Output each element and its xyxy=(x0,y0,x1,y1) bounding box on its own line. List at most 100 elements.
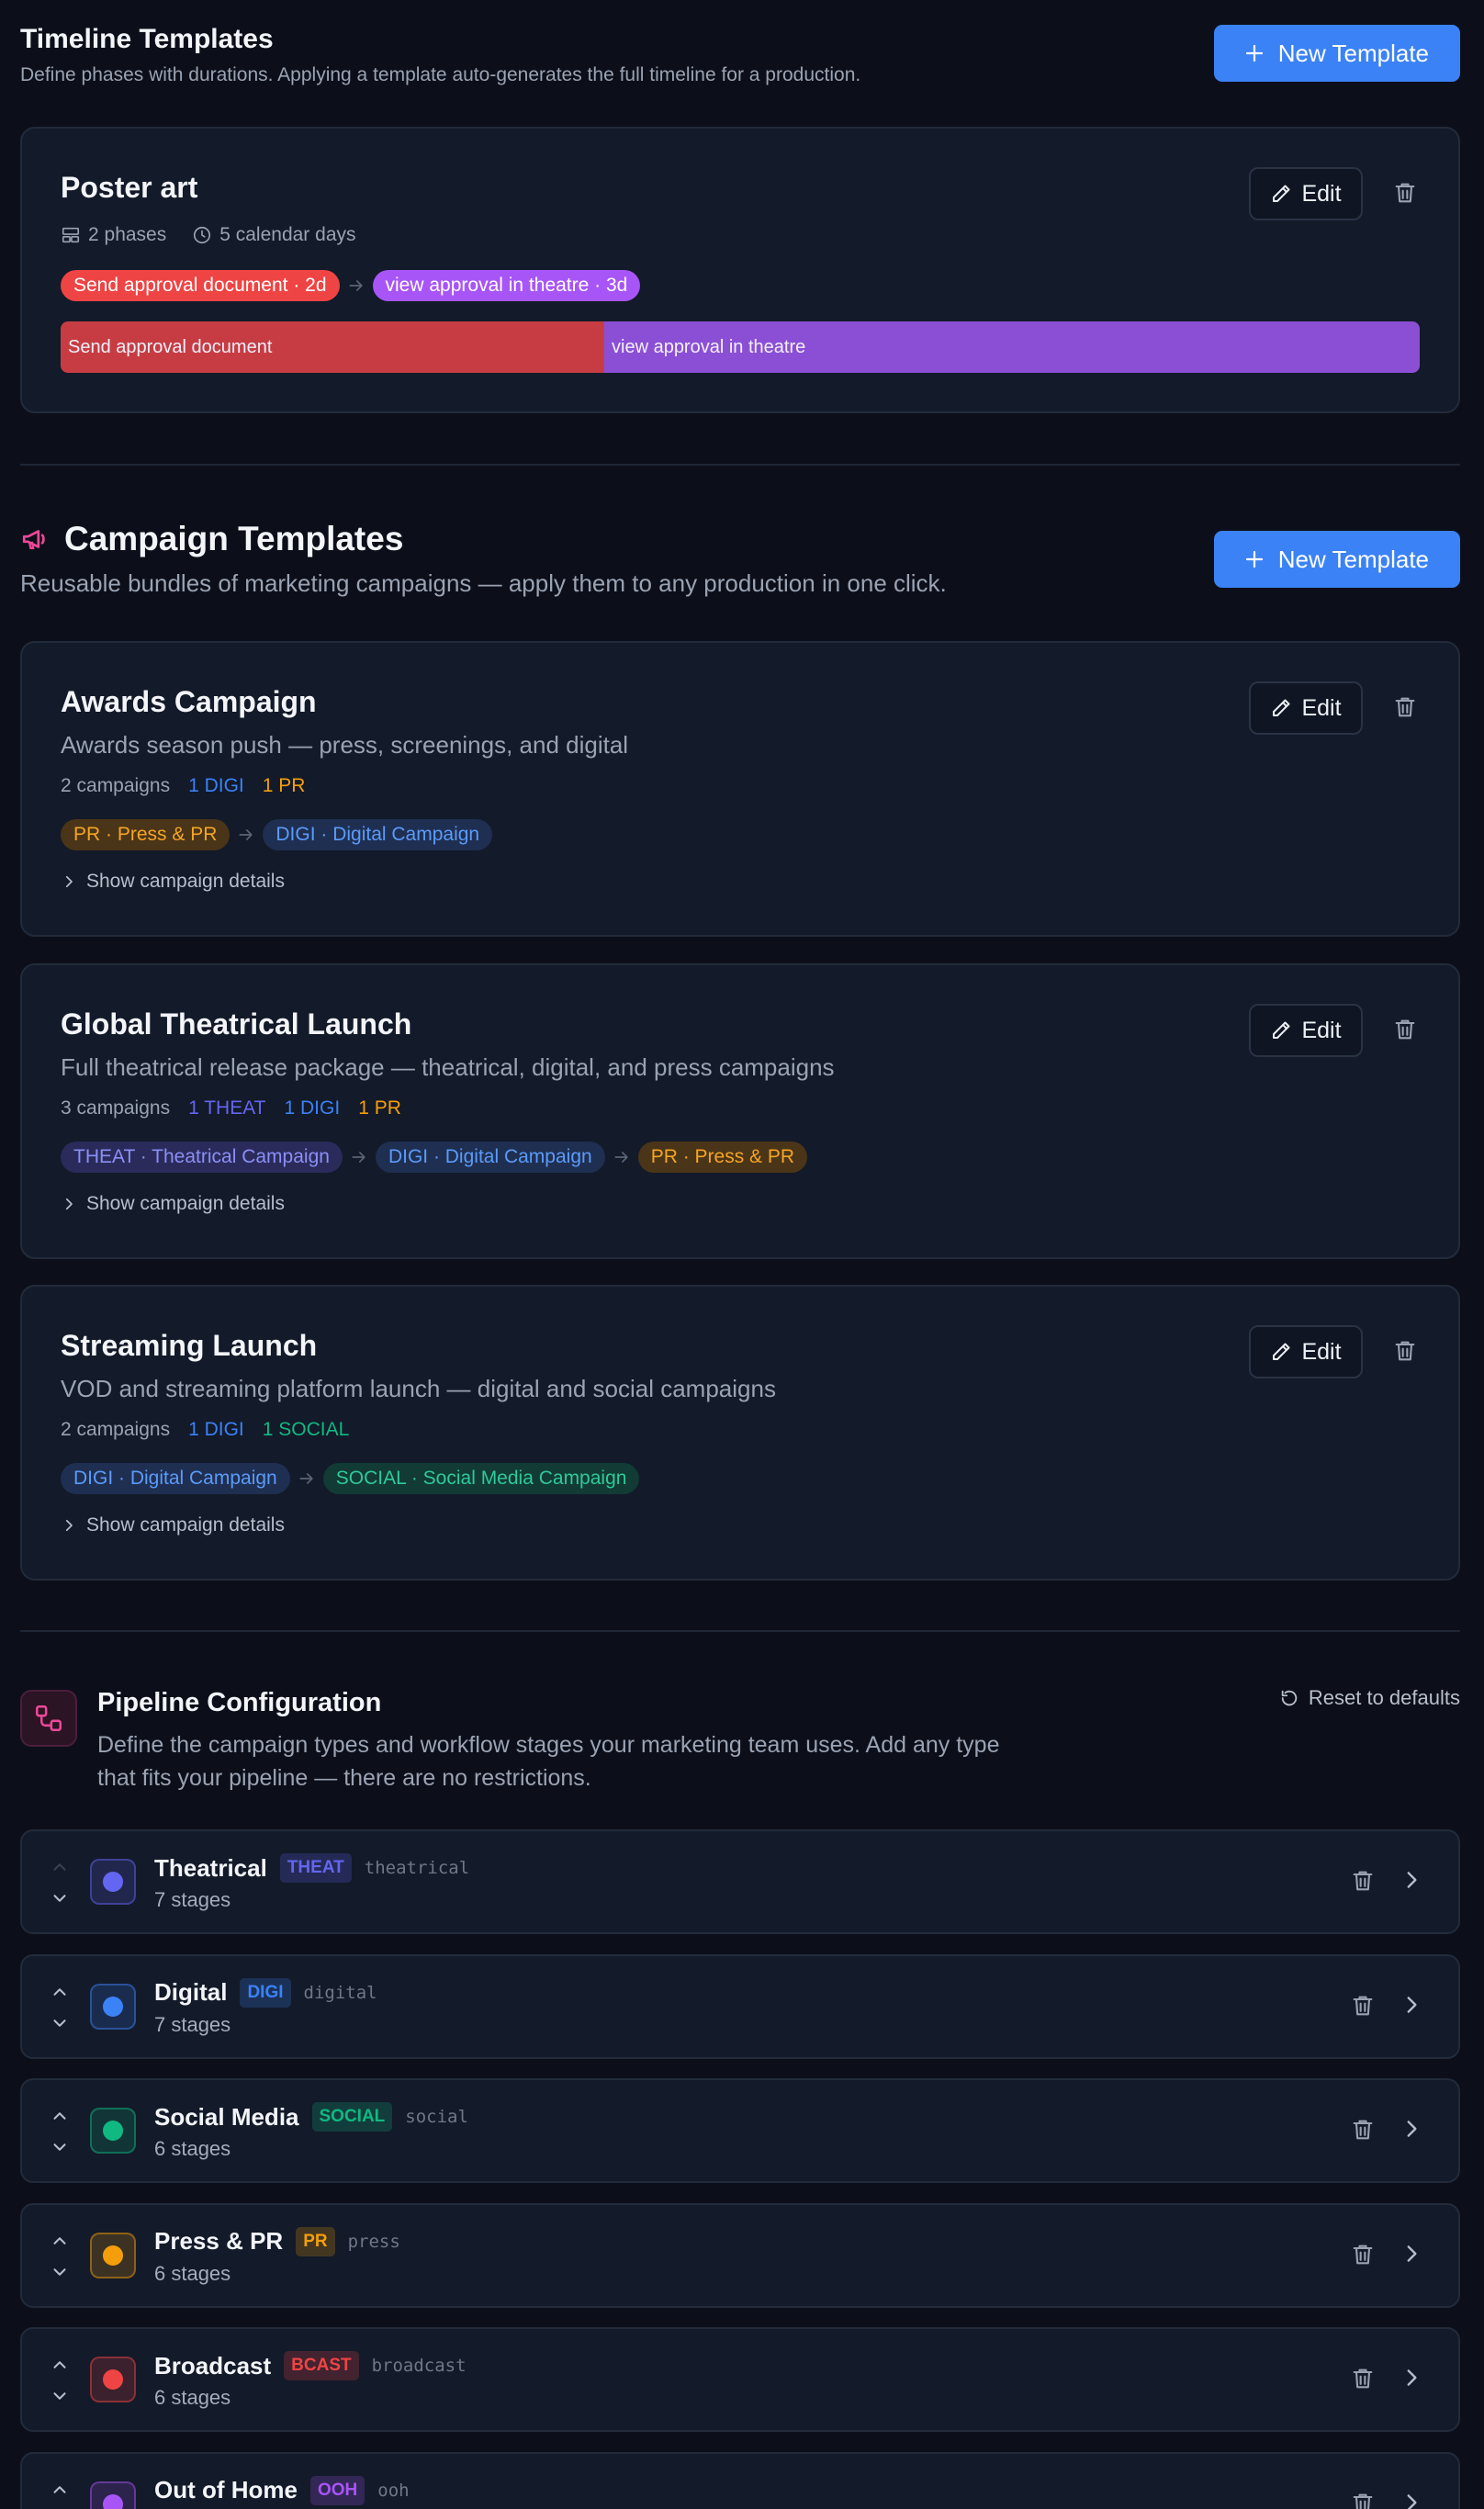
delete-button[interactable] xyxy=(1392,1017,1420,1044)
chevron-up-icon[interactable] xyxy=(50,1982,70,2002)
type-code-badge: OOH xyxy=(310,2475,365,2505)
chevron-up-icon[interactable] xyxy=(50,2231,70,2251)
trash-icon[interactable] xyxy=(1350,2242,1376,2267)
chevron-up-icon[interactable] xyxy=(50,2106,70,2126)
trash-icon[interactable] xyxy=(1350,2117,1376,2143)
pipeline-type-row[interactable]: Broadcast BCAST broadcast 6 stages xyxy=(20,2327,1460,2432)
type-header: Digital DIGI digital xyxy=(154,1977,377,2008)
trash-icon[interactable] xyxy=(1350,2366,1376,2391)
type-count-tag: 1 DIGI xyxy=(284,1097,341,1119)
type-header: Press & PR PR press xyxy=(154,2226,400,2256)
show-campaign-details-toggle[interactable]: Show campaign details xyxy=(61,871,285,893)
edit-button[interactable]: Edit xyxy=(1249,1325,1363,1378)
chevron-down-icon[interactable] xyxy=(50,2013,70,2033)
plus-icon xyxy=(1243,548,1265,570)
trash-icon xyxy=(1392,180,1418,206)
type-color-swatch[interactable] xyxy=(90,1983,136,2030)
arrow-right-icon xyxy=(613,1148,631,1166)
chevron-right-icon[interactable] xyxy=(1400,1868,1423,1892)
new-template-label: New Template xyxy=(1277,545,1429,573)
campaign-template-card: Global Theatrical Launch Full theatrical… xyxy=(20,963,1460,1259)
delete-button[interactable] xyxy=(1392,1338,1420,1366)
campaign-header: Campaign Templates Reusable bundles of m… xyxy=(20,520,1460,602)
campaign-stats: 3 campaigns 1 THEAT 1 DIGI 1 PR xyxy=(61,1097,401,1119)
chevron-down-icon[interactable] xyxy=(50,1888,70,1908)
type-color-swatch[interactable] xyxy=(90,2481,136,2509)
chevron-right-icon[interactable] xyxy=(1400,1993,1423,2017)
type-count-tag: 1 PR xyxy=(262,775,306,796)
chevron-down-icon[interactable] xyxy=(50,2262,70,2282)
new-timeline-template-button[interactable]: New Template xyxy=(1213,25,1460,82)
pencil-icon xyxy=(1270,1341,1292,1363)
type-color-swatch[interactable] xyxy=(90,2108,136,2154)
pipeline-type-row[interactable]: Press & PR PR press 6 stages xyxy=(20,2202,1460,2308)
chevron-up-icon[interactable] xyxy=(50,1857,70,1877)
show-campaign-details-toggle[interactable]: Show campaign details xyxy=(61,1514,285,1536)
reorder-controls xyxy=(50,2355,72,2406)
campaign-template-description: Full theatrical release package — theatr… xyxy=(61,1053,835,1081)
phases-count-label: 2 phases xyxy=(88,224,167,245)
type-code-badge: DIGI xyxy=(240,1977,291,2008)
chevron-up-icon[interactable] xyxy=(50,2355,70,2375)
campaign-title: Campaign Templates xyxy=(64,520,404,557)
timeline-template-name: Poster art xyxy=(61,171,198,204)
section-divider xyxy=(20,1630,1460,1632)
type-header: Broadcast BCAST broadcast xyxy=(154,2351,467,2380)
duration: 5 calendar days xyxy=(192,224,356,246)
edit-button[interactable]: Edit xyxy=(1249,1004,1363,1057)
chevron-right-icon[interactable] xyxy=(1400,2242,1423,2266)
type-count-tag: 1 THEAT xyxy=(188,1097,266,1119)
show-details-label: Show campaign details xyxy=(86,871,285,892)
trash-icon xyxy=(1392,1338,1418,1364)
campaign-chain: DIGI · Digital Campaign SOCIAL · Social M… xyxy=(61,1463,640,1494)
pipeline-type-row[interactable]: Digital DIGI digital 7 stages xyxy=(20,1953,1460,2059)
type-code-badge: SOCIAL xyxy=(311,2102,393,2132)
campaign-template-name: Global Theatrical Launch xyxy=(61,1007,412,1041)
phases-count: 2 phases xyxy=(61,224,166,246)
chevron-right-icon[interactable] xyxy=(1400,2366,1423,2390)
campaign-count: 2 campaigns xyxy=(61,775,171,796)
timeline-template-card: Poster art 2 phases 5 calendar days Send… xyxy=(20,127,1460,413)
delete-button[interactable] xyxy=(1392,180,1420,208)
rotate-ccw-icon xyxy=(1281,1690,1298,1706)
campaign-chip: DIGI · Digital Campaign xyxy=(61,1463,290,1494)
pipeline-type-row[interactable]: Social Media SOCIAL social 6 stages xyxy=(20,2078,1460,2183)
phase-chip: Send approval document · 2d xyxy=(61,270,340,301)
pipeline-type-row[interactable]: Out of Home OOH ooh xyxy=(20,2451,1460,2509)
pipeline-header: Pipeline Configuration Define the campai… xyxy=(20,1682,1460,1793)
pencil-icon xyxy=(1270,183,1292,205)
phase-chips: Send approval document · 2d view approva… xyxy=(61,270,641,301)
phase-timeline-bar: Send approval document view approval in t… xyxy=(61,321,1420,373)
chevron-up-icon[interactable] xyxy=(50,2480,70,2500)
chevron-right-icon xyxy=(61,1196,77,1212)
reorder-controls xyxy=(50,1982,72,2033)
campaign-count: 3 campaigns xyxy=(61,1097,171,1119)
trash-icon[interactable] xyxy=(1350,2491,1376,2509)
pencil-icon xyxy=(1270,1019,1292,1041)
show-campaign-details-toggle[interactable]: Show campaign details xyxy=(61,1193,285,1215)
show-details-label: Show campaign details xyxy=(86,1514,285,1536)
chevron-right-icon[interactable] xyxy=(1400,2491,1423,2509)
type-slug: broadcast xyxy=(371,2356,467,2376)
trash-icon[interactable] xyxy=(1350,1868,1376,1894)
new-template-label: New Template xyxy=(1277,39,1429,67)
type-count-tag: 1 DIGI xyxy=(188,775,244,796)
pipeline-type-row[interactable]: Theatrical THEAT theatrical 7 stages xyxy=(20,1829,1460,1934)
trash-icon[interactable] xyxy=(1350,1993,1376,2019)
type-color-swatch[interactable] xyxy=(90,2232,136,2278)
chevron-down-icon[interactable] xyxy=(50,2386,70,2406)
edit-button[interactable]: Edit xyxy=(1249,167,1363,220)
chevron-down-icon[interactable] xyxy=(50,2137,70,2157)
chevron-right-icon[interactable] xyxy=(1400,2117,1423,2141)
campaign-chip: DIGI · Digital Campaign xyxy=(375,1142,605,1173)
type-color-swatch[interactable] xyxy=(90,1859,136,1905)
new-campaign-template-button[interactable]: New Template xyxy=(1213,531,1460,588)
type-code-badge: BCAST xyxy=(284,2351,359,2380)
type-slug: press xyxy=(347,2231,400,2252)
delete-button[interactable] xyxy=(1392,694,1420,722)
pencil-icon xyxy=(1270,697,1292,719)
reset-defaults-button[interactable]: Reset to defaults xyxy=(1279,1686,1460,1710)
phase-bar-segment: view approval in theatre xyxy=(604,321,1420,373)
type-color-swatch[interactable] xyxy=(90,2357,136,2402)
edit-button[interactable]: Edit xyxy=(1249,681,1363,735)
